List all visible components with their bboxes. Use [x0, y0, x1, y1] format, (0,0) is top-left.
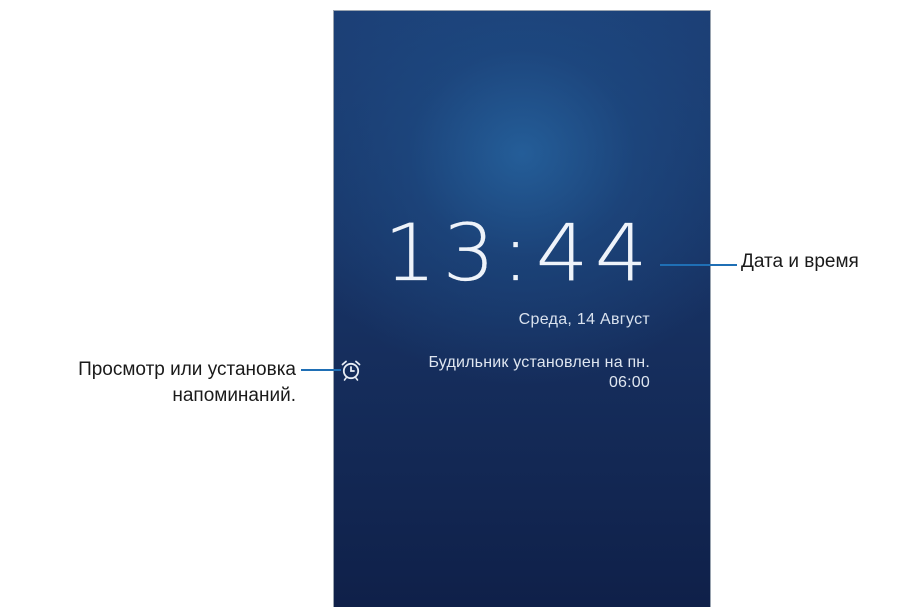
date-time-annotation: Дата и время	[741, 251, 859, 272]
clock-time: 13:44	[383, 209, 654, 299]
date-time-callout-line	[660, 264, 737, 266]
next-alarm-label: Будильник установлен на пн.	[428, 354, 650, 371]
next-alarm-time: 06:00	[608, 374, 650, 391]
next-alarm-info: Будильник установлен на пн. 06:00	[428, 353, 650, 393]
reminders-callout-line	[301, 369, 341, 371]
alarm-clock-icon[interactable]	[339, 358, 363, 382]
lock-screen: 13:44 Среда, 14 Август Будильник установ…	[333, 10, 711, 607]
reminders-annotation-line2: напоминаний.	[172, 385, 296, 406]
reminders-annotation-line1: Просмотр или установка	[78, 359, 296, 380]
reminders-annotation: Просмотр или установка напоминаний.	[78, 357, 296, 409]
manual-page: 13:44 Среда, 14 Август Будильник установ…	[0, 0, 905, 607]
clock-date: Среда, 14 Август	[518, 311, 650, 328]
